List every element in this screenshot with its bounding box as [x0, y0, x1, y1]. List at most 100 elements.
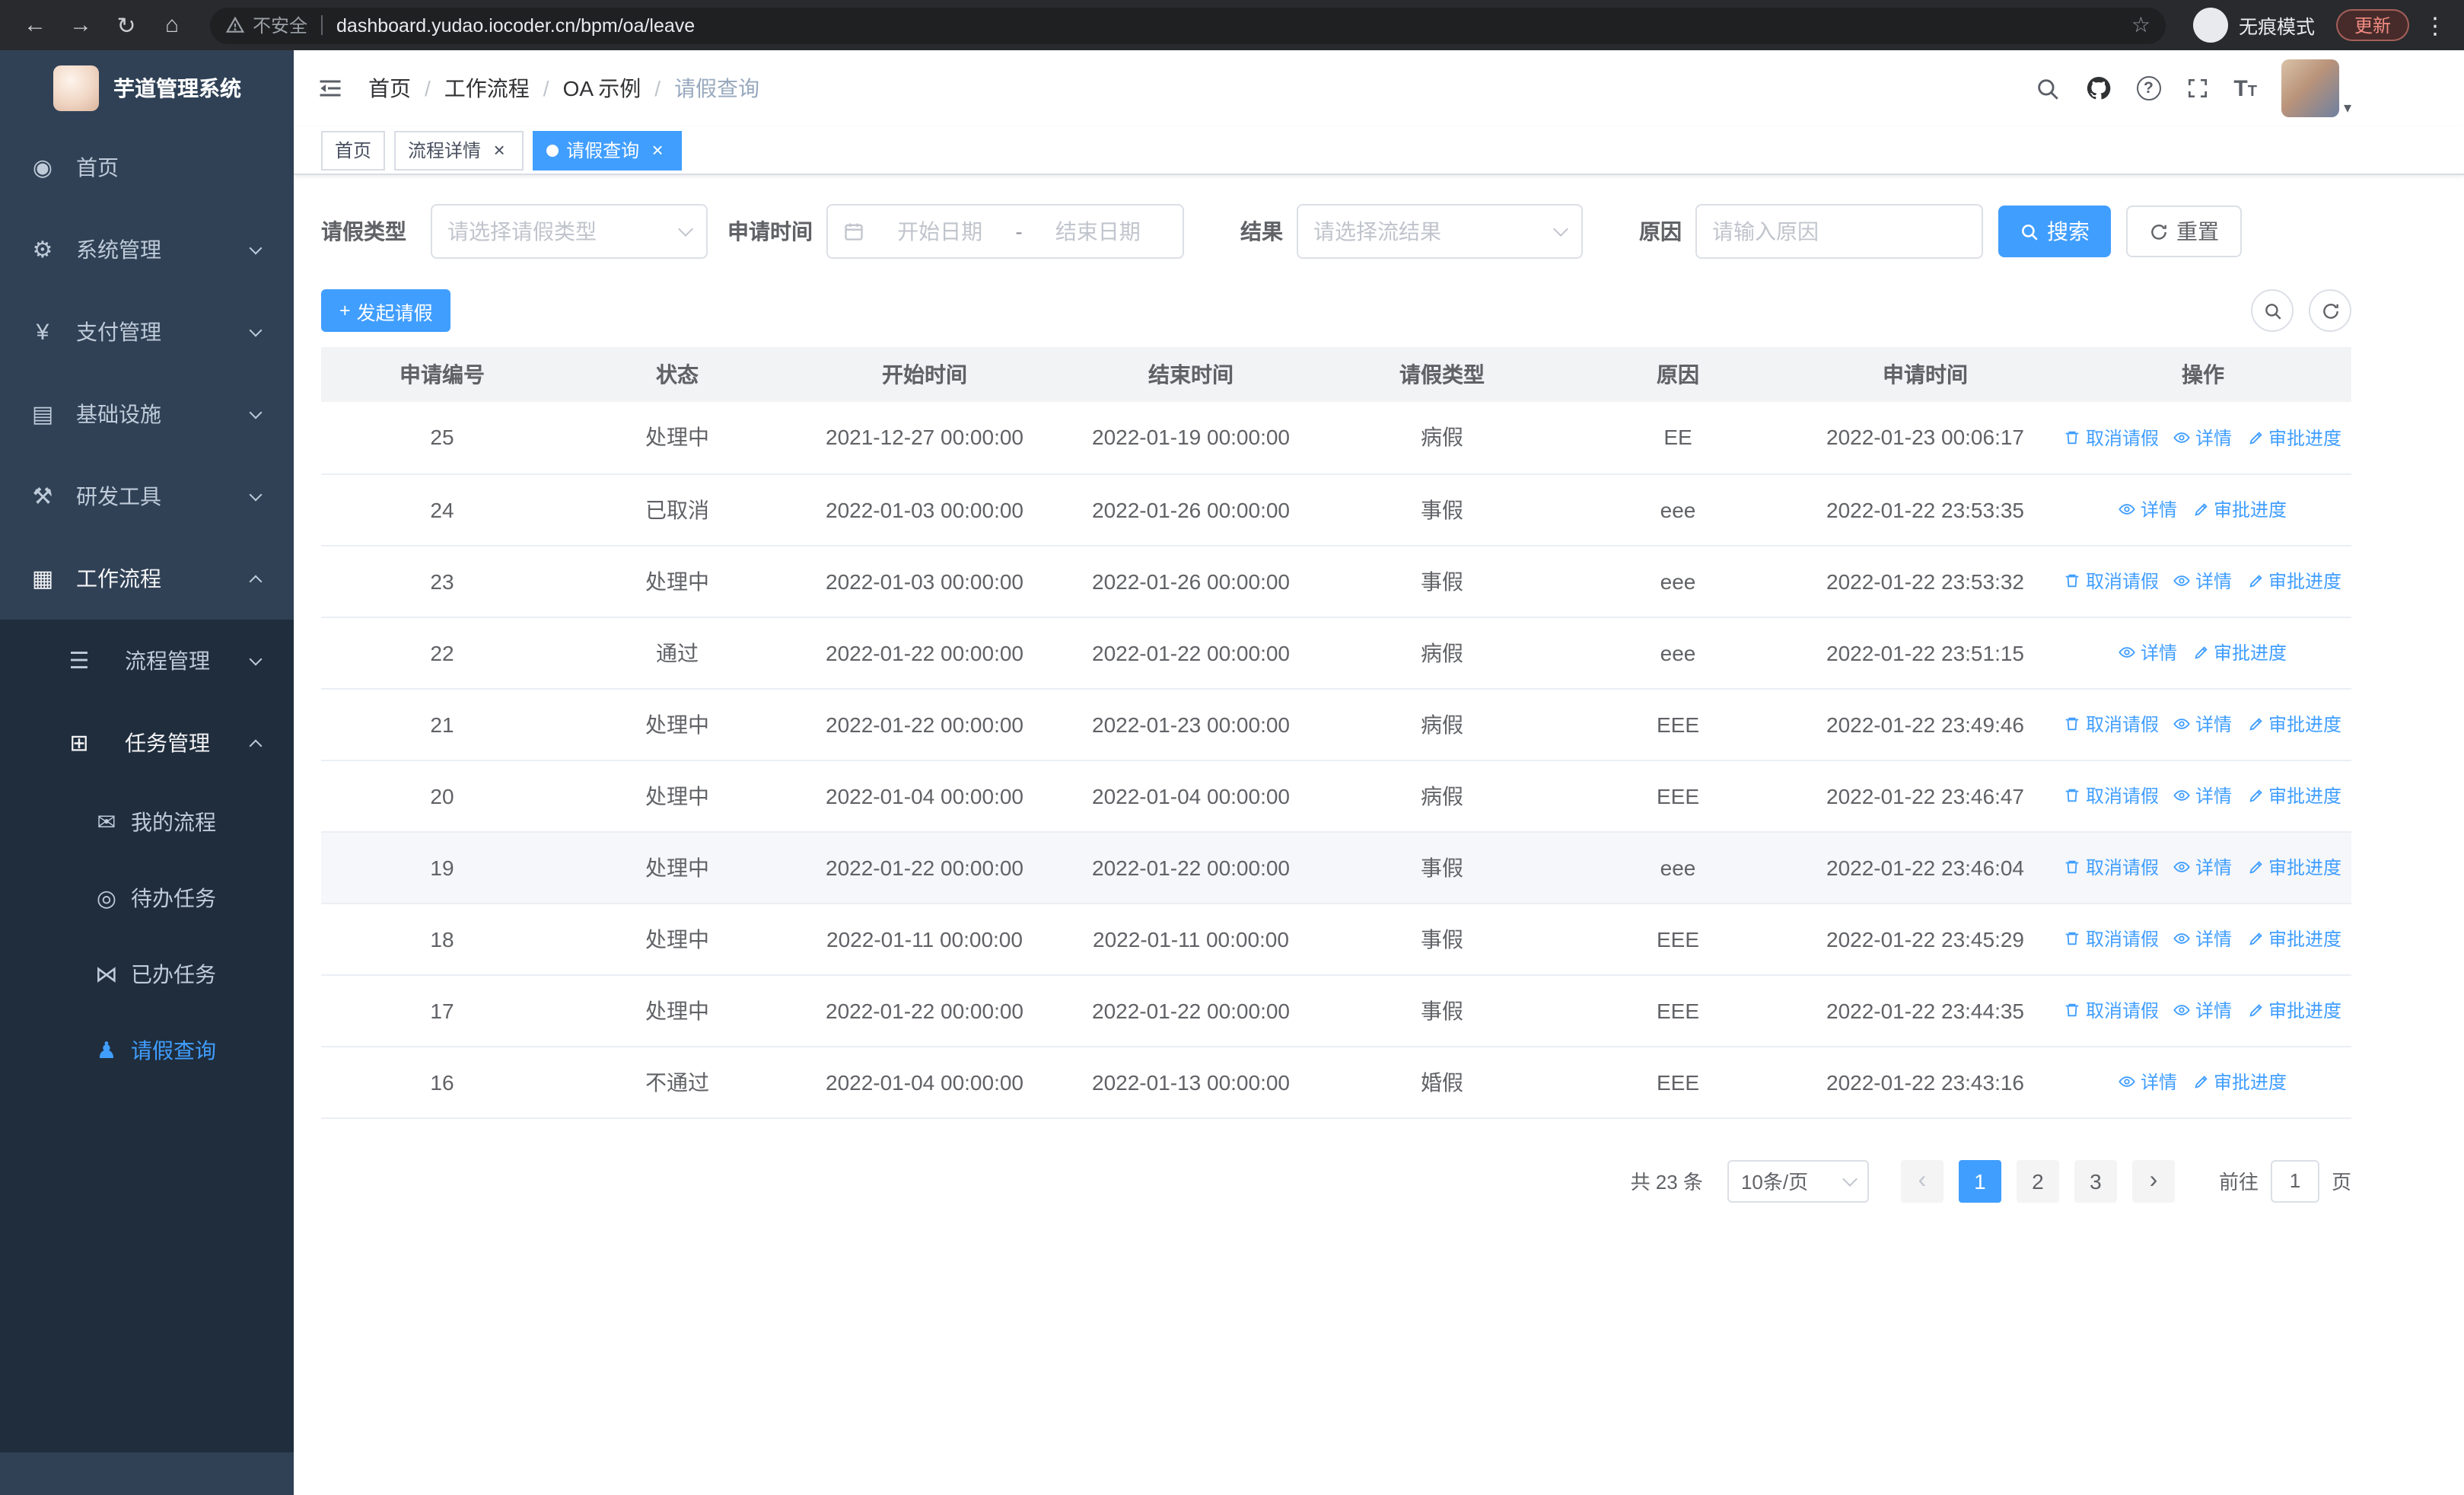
- trash-icon: [2066, 574, 2080, 588]
- cancel-leave-link[interactable]: 取消请假: [2064, 926, 2159, 952]
- reason-field[interactable]: [1695, 204, 1983, 259]
- detail-link[interactable]: 详情: [2174, 425, 2232, 451]
- action-label: 详情: [2195, 857, 2232, 878]
- leave-type-select[interactable]: [431, 204, 708, 259]
- breadcrumb-item[interactable]: OA 示例: [563, 73, 641, 104]
- approval-progress-link[interactable]: 审批进度: [2247, 854, 2341, 880]
- page-button-2[interactable]: 2: [2016, 1159, 2059, 1202]
- approval-progress-link[interactable]: 审批进度: [2247, 926, 2341, 952]
- approval-progress-link[interactable]: 审批进度: [2247, 711, 2341, 737]
- reload-button[interactable]: ↻: [107, 5, 146, 45]
- home-button[interactable]: ⌂: [152, 5, 192, 45]
- detail-link[interactable]: 详情: [2119, 1069, 2177, 1095]
- sidebar-item-dev-tools[interactable]: ⚒ 研发工具: [0, 455, 294, 537]
- cancel-leave-link[interactable]: 取消请假: [2064, 568, 2159, 594]
- bookmark-star-icon[interactable]: ☆: [2131, 12, 2150, 38]
- detail-link[interactable]: 详情: [2174, 854, 2232, 880]
- sidebar-item-process-management[interactable]: ☰ 流程管理: [0, 620, 294, 702]
- search-button[interactable]: 搜索: [1998, 206, 2111, 257]
- sidebar-item-home[interactable]: ◉ 首页: [0, 126, 294, 209]
- browser-menu-icon[interactable]: ⋮: [2421, 11, 2449, 39]
- apply-time-range-picker[interactable]: -: [826, 204, 1184, 259]
- detail-link[interactable]: 详情: [2174, 926, 2232, 952]
- sidebar-item-todo-tasks[interactable]: ◎ 待办任务: [0, 860, 294, 936]
- sidebar-item-done-tasks[interactable]: ⋈ 已办任务: [0, 936, 294, 1012]
- breadcrumb-item[interactable]: 首页: [368, 73, 411, 104]
- page-button-1[interactable]: 1: [1958, 1159, 2001, 1202]
- sidebar-item-system-management[interactable]: ⚙ 系统管理: [0, 209, 294, 291]
- detail-link[interactable]: 详情: [2119, 496, 2177, 522]
- reason-input[interactable]: [1712, 219, 1966, 244]
- tab-label: 请假查询: [566, 140, 640, 161]
- create-leave-button[interactable]: + 发起请假: [321, 289, 451, 332]
- breadcrumb-item[interactable]: 工作流程: [444, 73, 530, 104]
- next-page-button[interactable]: ›: [2131, 1159, 2175, 1202]
- sidebar-item-infrastructure[interactable]: ▤ 基础设施: [0, 373, 294, 455]
- action-label: 审批进度: [2268, 786, 2342, 807]
- browser-update-button[interactable]: 更新: [2335, 9, 2409, 41]
- cell-type: 病假: [1324, 617, 1560, 689]
- cancel-leave-link[interactable]: 取消请假: [2064, 997, 2159, 1023]
- close-icon[interactable]: ×: [647, 139, 668, 161]
- fullscreen-icon[interactable]: [2185, 76, 2209, 100]
- sidebar-item-leave-query[interactable]: ♟ 请假查询: [0, 1012, 294, 1089]
- github-icon[interactable]: [2084, 75, 2112, 102]
- start-date-input[interactable]: [871, 219, 1010, 244]
- leave-type-select-input[interactable]: [447, 219, 671, 244]
- sidebar-item-payment-management[interactable]: ¥ 支付管理: [0, 291, 294, 373]
- incognito-badge[interactable]: 无痕模式: [2192, 8, 2315, 43]
- goto-page-input[interactable]: [2270, 1159, 2319, 1202]
- tab-leave-query[interactable]: 请假查询 ×: [533, 130, 683, 170]
- search-icon[interactable]: [2034, 75, 2060, 101]
- approval-progress-link[interactable]: 审批进度: [2247, 997, 2341, 1023]
- result-select[interactable]: [1297, 204, 1583, 259]
- page-size-select[interactable]: 10条/页: [1727, 1159, 1869, 1202]
- action-label: 详情: [2140, 642, 2177, 664]
- approval-progress-link[interactable]: 审批进度: [2192, 639, 2287, 665]
- help-icon[interactable]: ?: [2136, 76, 2161, 100]
- cell-actions: 详情 审批进度: [2055, 617, 2351, 689]
- user-menu[interactable]: ▾: [2281, 59, 2351, 117]
- url-text[interactable]: dashboard.yudao.iocoder.cn/bpm/oa/leave: [336, 14, 2119, 36]
- page-button-3[interactable]: 3: [2074, 1159, 2117, 1202]
- back-button[interactable]: ←: [15, 5, 55, 45]
- site-security-indicator[interactable]: 不安全: [225, 12, 307, 38]
- sidebar-item-task-management[interactable]: ⊞ 任务管理: [0, 702, 294, 784]
- approval-progress-link[interactable]: 审批进度: [2247, 783, 2341, 808]
- cell-applied: 2022-01-22 23:51:15: [1796, 617, 2055, 689]
- result-select-input[interactable]: [1313, 219, 1546, 244]
- tab-process-detail[interactable]: 流程详情 ×: [394, 130, 524, 170]
- cell-reason: eee: [1560, 545, 1796, 617]
- approval-progress-link[interactable]: 审批进度: [2247, 425, 2341, 451]
- refresh-table-button[interactable]: [2309, 289, 2351, 332]
- detail-link[interactable]: 详情: [2174, 711, 2232, 737]
- detail-link[interactable]: 详情: [2174, 997, 2232, 1023]
- sidebar-collapse-icon[interactable]: [317, 75, 344, 102]
- forward-button[interactable]: →: [61, 5, 100, 45]
- detail-link[interactable]: 详情: [2174, 568, 2232, 594]
- detail-link[interactable]: 详情: [2174, 783, 2232, 808]
- address-bar[interactable]: 不安全 dashboard.yudao.iocoder.cn/bpm/oa/le…: [210, 7, 2166, 43]
- cancel-leave-link[interactable]: 取消请假: [2064, 425, 2159, 451]
- sidebar-item-workflow[interactable]: ▦ 工作流程: [0, 537, 294, 620]
- action-label: 审批进度: [2268, 714, 2342, 735]
- app-logo[interactable]: 芋道管理系统: [0, 50, 294, 126]
- tab-home[interactable]: 首页: [321, 130, 386, 170]
- approval-progress-link[interactable]: 审批进度: [2192, 1069, 2287, 1095]
- reset-button[interactable]: 重置: [2126, 206, 2242, 257]
- cancel-leave-link[interactable]: 取消请假: [2064, 783, 2159, 808]
- toggle-search-button[interactable]: [2251, 289, 2294, 332]
- detail-link[interactable]: 详情: [2119, 639, 2177, 665]
- tab-label: 流程详情: [408, 140, 482, 161]
- close-icon[interactable]: ×: [489, 139, 510, 161]
- font-size-icon[interactable]: TT: [2233, 77, 2257, 100]
- cancel-leave-link[interactable]: 取消请假: [2064, 711, 2159, 737]
- approval-progress-link[interactable]: 审批进度: [2192, 496, 2287, 522]
- end-date-input[interactable]: [1028, 219, 1167, 244]
- cell-actions: 取消请假 详情 审批进度: [2055, 760, 2351, 832]
- table-row: 19 处理中 2022-01-22 00:00:00 2022-01-22 00:00…: [321, 831, 2351, 904]
- approval-progress-link[interactable]: 审批进度: [2247, 568, 2341, 594]
- sidebar-item-my-processes[interactable]: ✉ 我的流程: [0, 784, 294, 860]
- cancel-leave-link[interactable]: 取消请假: [2064, 854, 2159, 880]
- prev-page-button[interactable]: ‹: [1900, 1159, 1944, 1202]
